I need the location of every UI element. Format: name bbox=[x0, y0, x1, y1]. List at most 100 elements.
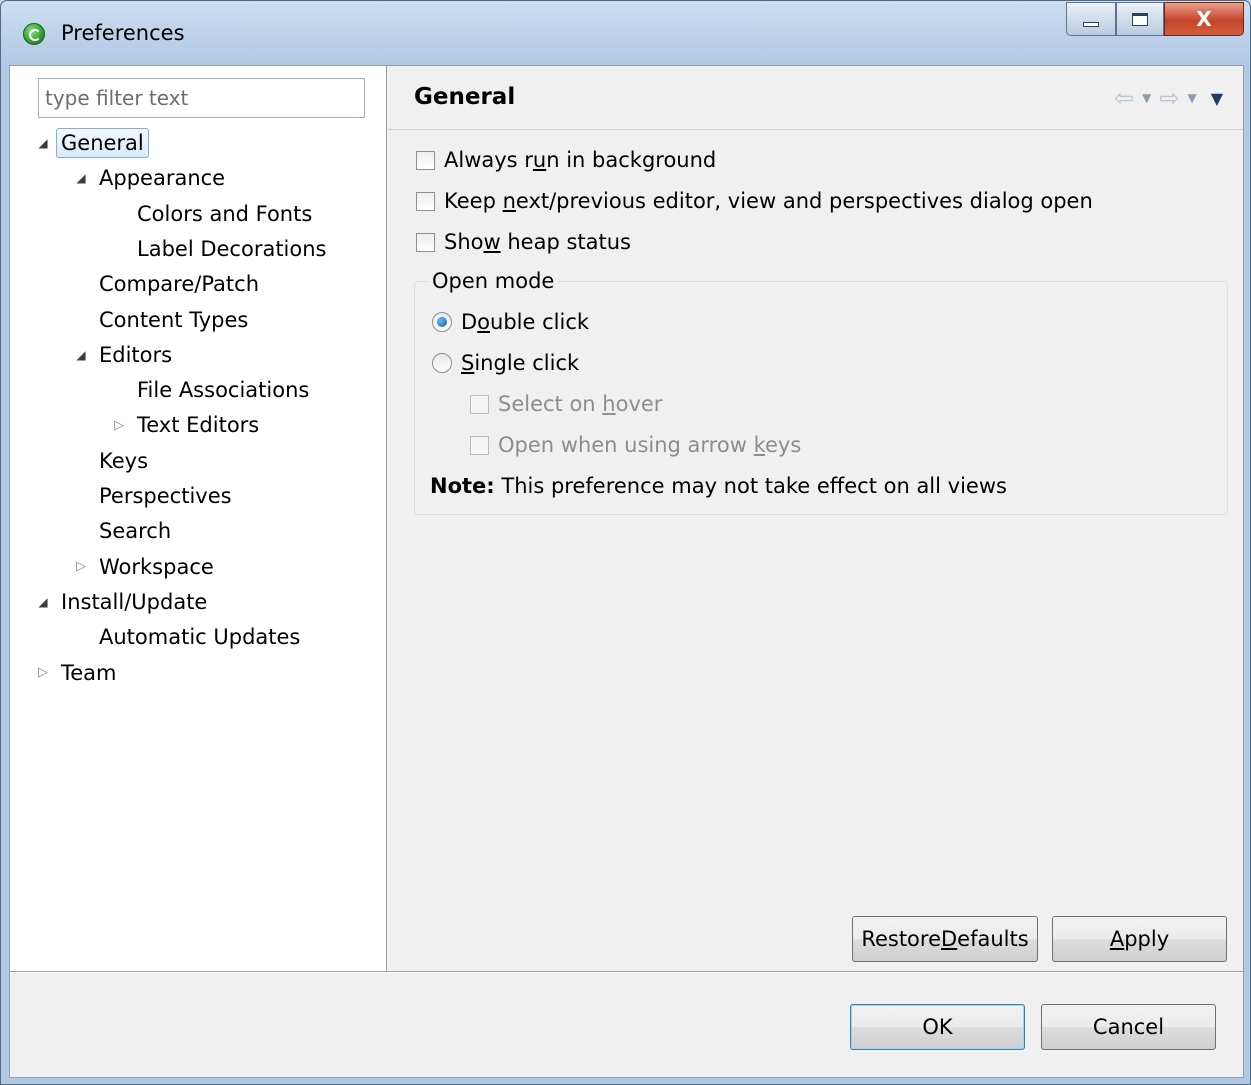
cancel-button[interactable]: Cancel bbox=[1041, 1004, 1216, 1050]
label-part: uble click bbox=[490, 310, 590, 334]
mnemonic: k bbox=[753, 433, 765, 457]
label-part: pply bbox=[1124, 927, 1170, 951]
ok-button[interactable]: OK bbox=[850, 1004, 1025, 1050]
show-heap-status-label: Show heap status bbox=[444, 230, 631, 254]
tree-item-label: Label Decorations bbox=[137, 236, 327, 261]
tree-item[interactable]: ◢ Editors bbox=[68, 338, 177, 372]
expanded-arrow-icon[interactable]: ◢ bbox=[30, 595, 56, 609]
preferences-window: Preferences X ◢General◢AppearanceColors … bbox=[0, 0, 1251, 1085]
navigation-pane: ◢General◢AppearanceColors and FontsLabel… bbox=[10, 66, 387, 971]
checkbox-box[interactable] bbox=[416, 191, 435, 211]
tree-item[interactable]: ◢ Install/Update bbox=[30, 585, 212, 619]
show-heap-status-checkbox[interactable]: Show heap status bbox=[416, 230, 631, 254]
checkbox-box[interactable] bbox=[470, 435, 489, 455]
tree-item-label: Colors and Fonts bbox=[137, 201, 313, 226]
tree-item[interactable]: Keys bbox=[68, 444, 153, 478]
maximize-button[interactable] bbox=[1116, 2, 1164, 36]
mnemonic: u bbox=[532, 148, 547, 172]
window-controls: X bbox=[1066, 2, 1244, 38]
note-line: Note: This preference may not take effec… bbox=[430, 474, 1007, 498]
tree-item[interactable]: ◢ General bbox=[30, 126, 149, 160]
tree-item-label: Workspace bbox=[99, 554, 214, 579]
keep-dialog-open-checkbox[interactable]: Keep next/previous editor, view and pers… bbox=[416, 189, 1093, 213]
always-run-in-background-checkbox[interactable]: Always run in background bbox=[416, 148, 716, 172]
tree-item-label: Editors bbox=[99, 342, 173, 367]
tree-item-label: Install/Update bbox=[61, 589, 208, 614]
radio-selected-dot bbox=[437, 317, 447, 327]
close-button[interactable]: X bbox=[1164, 2, 1244, 36]
tree-item[interactable]: Compare/Patch bbox=[68, 267, 264, 301]
double-click-radio[interactable]: Double click bbox=[432, 310, 589, 334]
back-dropdown-icon[interactable]: ▼ bbox=[1142, 91, 1151, 105]
label-part: over bbox=[615, 392, 663, 416]
separator-highlight bbox=[10, 972, 1243, 973]
label-part: D bbox=[461, 310, 478, 334]
expanded-arrow-icon[interactable]: ◢ bbox=[30, 136, 56, 150]
tree-item[interactable]: Label Decorations bbox=[106, 232, 331, 266]
checkbox-box[interactable] bbox=[416, 150, 435, 170]
expanded-arrow-icon[interactable]: ◢ bbox=[68, 171, 94, 185]
maximize-icon bbox=[1132, 12, 1148, 26]
single-click-radio[interactable]: Single click bbox=[432, 351, 579, 375]
label-part: heap status bbox=[500, 230, 631, 254]
view-menu-icon[interactable]: ▼ bbox=[1211, 89, 1223, 108]
minimize-button[interactable] bbox=[1066, 2, 1116, 36]
mnemonic: o bbox=[477, 310, 491, 334]
label-part: Open when using arrow bbox=[498, 433, 754, 457]
tree-item-label: Perspectives bbox=[99, 484, 232, 508]
label-part: Restore bbox=[861, 927, 941, 951]
forward-arrow-icon[interactable]: ⇨ bbox=[1159, 86, 1179, 110]
filter-input[interactable] bbox=[38, 78, 365, 118]
label-part: efaults bbox=[957, 927, 1029, 951]
collapsed-arrow-icon[interactable]: ▷ bbox=[30, 665, 56, 680]
forward-dropdown-icon[interactable]: ▼ bbox=[1187, 91, 1196, 105]
restore-defaults-button[interactable]: Restore Defaults bbox=[852, 916, 1038, 962]
collapsed-arrow-icon[interactable]: ▷ bbox=[68, 559, 94, 574]
tree-item[interactable]: ◢ Appearance bbox=[68, 161, 230, 195]
collapsed-arrow-icon[interactable]: ▷ bbox=[106, 418, 132, 433]
tree-item-label: Search bbox=[99, 519, 172, 544]
tree-item[interactable]: Automatic Updates bbox=[68, 620, 305, 654]
note-label: Note: bbox=[430, 474, 495, 498]
radio-button[interactable] bbox=[432, 353, 452, 373]
mnemonic: A bbox=[1109, 927, 1125, 951]
page-navigation: ⇦ ▼ ⇨ ▼ ▼ bbox=[1114, 86, 1223, 110]
tree-item[interactable]: Perspectives bbox=[68, 479, 237, 513]
always-run-label: Always run in background bbox=[444, 148, 716, 172]
label-part: Sho bbox=[444, 230, 484, 254]
tree-item[interactable]: ▷ Team bbox=[30, 656, 122, 690]
label-part: Always r bbox=[444, 148, 533, 172]
checkbox-box[interactable] bbox=[470, 394, 489, 414]
checkbox-box[interactable] bbox=[416, 232, 435, 252]
mnemonic: S bbox=[461, 351, 475, 375]
expanded-arrow-icon[interactable]: ◢ bbox=[68, 348, 94, 362]
preference-page: General ⇦ ▼ ⇨ ▼ ▼ Always run in backgrou… bbox=[388, 66, 1243, 971]
label-part: ext/previous editor, view and perspectiv… bbox=[515, 189, 1093, 213]
tree-item-label: Content Types bbox=[99, 307, 249, 332]
tree-item[interactable]: ▷ Text Editors bbox=[106, 408, 264, 442]
tree-item-label: Keys bbox=[99, 448, 149, 473]
tree-item[interactable]: Search bbox=[68, 514, 176, 548]
title-bar[interactable]: Preferences X bbox=[1, 1, 1250, 65]
tree-item-label: General bbox=[56, 128, 149, 158]
minimize-icon bbox=[1083, 21, 1099, 27]
open-with-arrow-keys-checkbox[interactable]: Open when using arrow keys bbox=[470, 433, 801, 457]
radio-button[interactable] bbox=[432, 312, 452, 332]
back-arrow-icon[interactable]: ⇦ bbox=[1114, 86, 1134, 110]
select-on-hover-checkbox[interactable]: Select on hover bbox=[470, 392, 662, 416]
page-header: General ⇦ ▼ ⇨ ▼ ▼ bbox=[388, 66, 1243, 130]
apply-button[interactable]: Apply bbox=[1052, 916, 1227, 962]
note-text: This preference may not take effect on a… bbox=[501, 474, 1007, 498]
tree-item-label: Compare/Patch bbox=[99, 272, 260, 297]
keep-dialog-open-label: Keep next/previous editor, view and pers… bbox=[444, 189, 1093, 213]
mnemonic: n bbox=[502, 189, 516, 213]
tree-item[interactable]: File Associations bbox=[106, 373, 314, 407]
tree-item-label: Text Editors bbox=[137, 413, 260, 438]
tree-item-label: Appearance bbox=[99, 166, 226, 191]
tree-item-label: Automatic Updates bbox=[99, 625, 301, 650]
tree-item[interactable]: Content Types bbox=[68, 303, 253, 337]
tree-item[interactable]: Colors and Fonts bbox=[106, 197, 317, 231]
tree-item-label: Team bbox=[61, 660, 117, 685]
window-title: Preferences bbox=[61, 21, 185, 45]
tree-item[interactable]: ▷ Workspace bbox=[68, 550, 219, 584]
